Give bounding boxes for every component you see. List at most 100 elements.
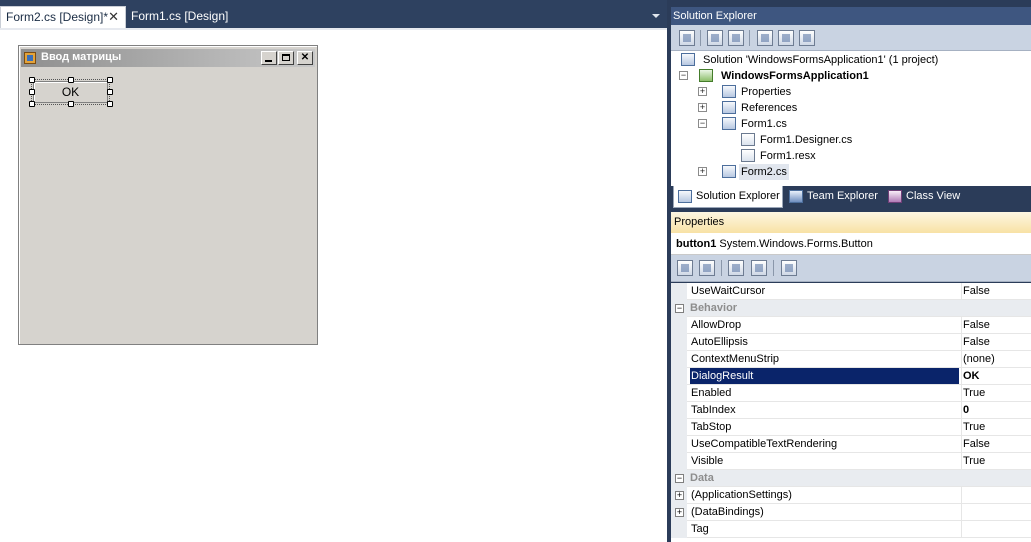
form-icon — [24, 52, 36, 64]
tree-node-form2[interactable]: + Form2.cs — [698, 164, 1018, 180]
resize-handle[interactable] — [29, 89, 35, 95]
property-name: Tag — [691, 523, 709, 535]
show-all-files-icon[interactable] — [707, 30, 723, 46]
resize-handle[interactable] — [107, 89, 113, 95]
view-class-diagram-icon[interactable] — [799, 30, 815, 46]
tab-solution-explorer[interactable]: Solution Explorer — [673, 186, 783, 208]
expand-icon[interactable]: + — [698, 167, 707, 176]
view-code-icon[interactable] — [757, 30, 773, 46]
tree-node-form1-designer[interactable]: Form1.Designer.cs — [741, 132, 1021, 148]
designed-form[interactable]: Ввод матрицы ✕ OK — [18, 45, 318, 345]
tree-node-project[interactable]: − WindowsFormsApplication1 — [679, 68, 1019, 84]
property-value[interactable] — [961, 521, 1031, 537]
refresh-icon[interactable] — [728, 30, 744, 46]
property-row[interactable]: TabStop True — [671, 419, 1031, 436]
form-title-bar[interactable]: Ввод матрицы ✕ — [21, 49, 315, 67]
tree-node-label: Solution 'WindowsFormsApplication1' (1 p… — [703, 54, 939, 66]
tree-node-label: Form1.cs — [741, 118, 787, 130]
property-value[interactable]: True — [961, 385, 1031, 401]
resize-handle[interactable] — [107, 101, 113, 107]
minimize-button[interactable] — [261, 51, 277, 65]
property-value[interactable]: False — [961, 334, 1031, 350]
object-selector[interactable]: button1 System.Windows.Forms.Button — [671, 233, 1031, 255]
property-row[interactable]: + (DataBindings) — [671, 504, 1031, 521]
tab-form2-design[interactable]: Form2.cs [Design]* ✕ — [0, 6, 126, 28]
properties-view-icon[interactable] — [728, 260, 744, 276]
properties-icon[interactable] — [679, 30, 695, 46]
property-row[interactable]: AllowDrop False — [671, 317, 1031, 334]
close-icon[interactable]: ✕ — [108, 7, 119, 27]
property-row[interactable]: TabIndex 0 — [671, 402, 1031, 419]
alphabetical-icon[interactable] — [699, 260, 715, 276]
tab-team-explorer[interactable]: Team Explorer — [785, 186, 883, 208]
property-row[interactable]: ContextMenuStrip (none) — [671, 351, 1031, 368]
property-row[interactable]: DialogResult OK — [671, 368, 1031, 385]
tree-node-references[interactable]: + References — [698, 100, 1018, 116]
properties-header: Properties — [671, 212, 1031, 233]
property-category[interactable]: − Data — [671, 470, 1031, 487]
expand-icon[interactable]: + — [675, 508, 684, 517]
property-row[interactable]: UseCompatibleTextRendering False — [671, 436, 1031, 453]
resize-handle[interactable] — [68, 77, 74, 83]
property-value[interactable]: False — [961, 436, 1031, 452]
row-gutter — [671, 419, 687, 436]
ok-button[interactable]: OK — [33, 81, 108, 103]
property-value[interactable]: OK — [961, 368, 1031, 384]
toolbar-separator — [700, 30, 701, 46]
tree-node-properties[interactable]: + Properties — [698, 84, 1018, 100]
tab-label: Class View — [906, 190, 961, 202]
maximize-icon — [282, 54, 290, 61]
property-name: DialogResult — [690, 368, 959, 384]
resize-handle[interactable] — [29, 101, 35, 107]
property-value[interactable]: (none) — [961, 351, 1031, 367]
property-pages-icon[interactable] — [781, 260, 797, 276]
csharp-project-icon — [699, 69, 713, 82]
view-designer-icon[interactable] — [778, 30, 794, 46]
solution-icon — [681, 53, 695, 66]
row-gutter — [671, 334, 687, 351]
property-row[interactable]: AutoEllipsis False — [671, 334, 1031, 351]
collapse-icon[interactable]: − — [675, 474, 684, 483]
close-icon: ✕ — [300, 52, 310, 63]
property-value[interactable]: True — [961, 453, 1031, 469]
minimize-icon — [265, 60, 272, 62]
chevron-down-icon[interactable] — [652, 14, 660, 18]
solution-explorer-header: Solution Explorer — [671, 7, 1031, 25]
property-row[interactable]: UseWaitCursor False — [671, 283, 1031, 300]
maximize-button[interactable] — [278, 51, 294, 65]
property-value[interactable] — [961, 504, 1031, 520]
resx-file-icon — [741, 149, 755, 162]
resize-handle[interactable] — [107, 77, 113, 83]
close-button[interactable]: ✕ — [297, 51, 313, 65]
property-category[interactable]: − Behavior — [671, 300, 1031, 317]
collapse-icon[interactable]: − — [675, 304, 684, 313]
solution-tree: Solution 'WindowsFormsApplication1' (1 p… — [671, 51, 1031, 186]
property-row[interactable]: + (ApplicationSettings) — [671, 487, 1031, 504]
resize-handle[interactable] — [68, 101, 74, 107]
collapse-icon[interactable]: − — [679, 71, 688, 80]
property-row[interactable]: Visible True — [671, 453, 1031, 470]
row-gutter — [671, 402, 687, 419]
expand-icon[interactable]: + — [698, 87, 707, 96]
collapse-icon[interactable]: − — [698, 119, 707, 128]
class-view-icon — [888, 190, 902, 203]
events-lightning-icon[interactable] — [751, 260, 767, 276]
tab-form1-design[interactable]: Form1.cs [Design] — [126, 6, 236, 28]
property-row[interactable]: Enabled True — [671, 385, 1031, 402]
property-value[interactable]: True — [961, 419, 1031, 435]
categorized-icon[interactable] — [677, 260, 693, 276]
tab-class-view[interactable]: Class View — [884, 186, 974, 208]
tree-node-form1-resx[interactable]: Form1.resx — [741, 148, 1021, 164]
property-row[interactable]: Tag — [671, 521, 1031, 538]
tree-node-solution[interactable]: Solution 'WindowsFormsApplication1' (1 p… — [681, 52, 1021, 68]
expand-icon[interactable]: + — [675, 491, 684, 500]
tree-node-form1[interactable]: − Form1.cs — [698, 116, 1018, 132]
form-icon — [722, 117, 736, 130]
tab-label: Form1.cs [Design] — [131, 9, 229, 23]
property-value[interactable] — [961, 487, 1031, 503]
property-value[interactable]: False — [961, 317, 1031, 333]
expand-icon[interactable]: + — [698, 103, 707, 112]
property-value[interactable]: False — [961, 283, 1031, 299]
resize-handle[interactable] — [29, 77, 35, 83]
property-value[interactable]: 0 — [961, 402, 1031, 418]
